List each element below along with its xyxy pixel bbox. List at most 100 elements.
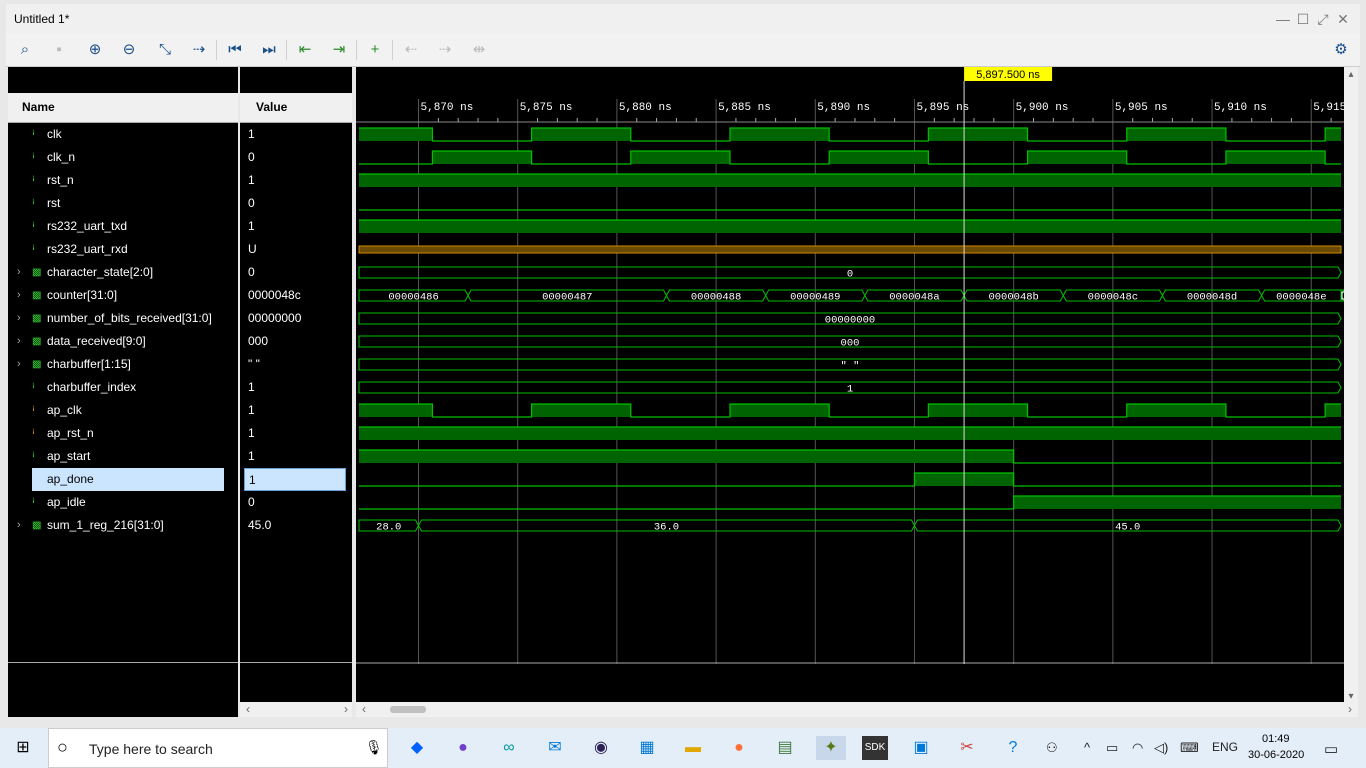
previous-transition-icon[interactable]: ⇤ <box>294 40 316 60</box>
wave-high-fill <box>1126 128 1226 141</box>
toolbar-separator <box>356 40 357 60</box>
signal-row-character-state[interactable]: › ▩ character_state[2:0] <box>8 261 238 284</box>
signal-name: rs232_uart_rxd <box>47 242 128 256</box>
minimize-icon[interactable]: — <box>1274 10 1292 28</box>
signal-row-ap-start[interactable]: ꜟ ap_start <box>8 445 238 468</box>
notifications-icon[interactable]: ▭ <box>1324 740 1338 758</box>
signal-row-clk-n[interactable]: ꜟ clk_n <box>8 146 238 169</box>
signal-row-rst[interactable]: ꜟ rst <box>8 192 238 215</box>
scroll-thumb[interactable] <box>390 706 426 713</box>
signal-row-ap-idle[interactable]: ꜟ ap_idle <box>8 491 238 514</box>
wave-high-fill <box>1126 404 1226 417</box>
add-marker-icon[interactable]: + <box>364 40 386 60</box>
maximize-icon[interactable]: ⤢ <box>1314 10 1332 28</box>
signal-row-clk[interactable]: ꜟ clk <box>8 123 238 146</box>
scroll-right-icon[interactable]: › <box>1348 702 1352 716</box>
zoom-in-icon[interactable]: ⊕ <box>84 40 106 60</box>
people-icon[interactable]: ⚇ <box>1046 740 1058 756</box>
vivado-icon[interactable]: ✦ <box>816 736 846 760</box>
time-tick-label: 5,900 ns <box>1016 102 1069 114</box>
go-to-time-0-icon[interactable]: ⏮ <box>224 40 246 60</box>
expand-chevron-icon[interactable]: › <box>17 284 21 307</box>
previous-marker-icon[interactable]: ⇠ <box>400 40 422 60</box>
help-icon[interactable]: ? <box>1000 736 1026 760</box>
eclipse-icon[interactable]: ◉ <box>588 736 614 760</box>
logic-signal-icon: ꜟ <box>32 497 35 508</box>
go-to-last-time-icon[interactable]: ⏭ <box>258 40 280 60</box>
wifi-icon[interactable]: ◠ <box>1132 740 1143 756</box>
wave-high-fill <box>729 404 830 417</box>
scroll-up-icon[interactable]: ▴ <box>1346 69 1356 83</box>
microphone-icon[interactable]: 🎙 <box>365 739 383 756</box>
github-desktop-icon[interactable]: ● <box>450 736 476 760</box>
scroll-left-icon[interactable]: ‹ <box>362 702 366 716</box>
signal-name: character_state[2:0] <box>47 265 154 279</box>
language-indicator[interactable]: ENG <box>1212 740 1238 754</box>
signal-row-sum-1-reg-216[interactable]: › ▩ sum_1_reg_216[31:0] <box>8 514 238 537</box>
go-to-cursor-icon[interactable]: ⇢ <box>188 40 210 60</box>
sdk-icon[interactable]: SDK <box>862 736 888 760</box>
signal-value: 1 <box>248 403 255 417</box>
signal-row-charbuffer-index[interactable]: ꜟ charbuffer_index <box>8 376 238 399</box>
waveform-horizontal-scrollbar[interactable]: ‹ › <box>356 702 1358 717</box>
signal-row-charbuffer[interactable]: › ▩ charbuffer[1:15] <box>8 353 238 376</box>
file-explorer-icon[interactable]: ▬ <box>680 736 706 760</box>
store-icon[interactable]: ▦ <box>634 736 660 760</box>
signal-row-ap-rst-n[interactable]: ꜟ ap_rst_n <box>8 422 238 445</box>
notepad-icon[interactable]: ▤ <box>772 736 798 760</box>
signal-value: 1 <box>244 468 346 491</box>
restore-icon[interactable]: ☐ <box>1294 10 1312 28</box>
dropbox-icon[interactable]: ◆ <box>404 736 430 760</box>
gear-icon[interactable]: ⚙ <box>1330 40 1352 60</box>
expand-chevron-icon[interactable]: › <box>17 330 21 353</box>
scroll-left-icon[interactable]: ‹ <box>246 702 250 716</box>
bus-icon: ▩ <box>32 290 42 301</box>
signal-row-data-received[interactable]: › ▩ data_received[9:0] <box>8 330 238 353</box>
signal-name: ap_rst_n <box>47 426 94 440</box>
volume-icon[interactable]: ◁) <box>1154 740 1168 756</box>
vertical-scrollbar[interactable]: ▴ ▾ <box>1344 67 1358 717</box>
signal-row-rs232-uart-rxd[interactable]: ꜟ rs232_uart_rxd <box>8 238 238 261</box>
expand-chevron-icon[interactable]: › <box>17 307 21 330</box>
scroll-right-icon[interactable]: › <box>344 702 348 716</box>
snipping-tool-icon[interactable]: ✂ <box>954 736 980 760</box>
keyboard-icon[interactable]: ⌨ <box>1180 740 1199 756</box>
signal-name: ap_clk <box>47 403 82 417</box>
expand-chevron-icon[interactable]: › <box>17 353 21 376</box>
show-hidden-icons-chevron-icon[interactable]: ^ <box>1084 740 1090 755</box>
expand-chevron-icon[interactable]: › <box>17 514 21 537</box>
expand-chevron-icon[interactable]: › <box>17 261 21 284</box>
clock-date[interactable]: 30-06-2020 <box>1248 749 1304 761</box>
zoom-out-icon[interactable]: ⊖ <box>118 40 140 60</box>
zoom-fit-icon[interactable]: ⤡ <box>154 40 176 60</box>
wave-high-fill <box>359 427 1341 440</box>
name-column-header[interactable]: Name <box>8 93 238 123</box>
time-cursor-label: 5,897.500 ns <box>976 69 1040 81</box>
search-icon[interactable]: ⌕ <box>14 40 36 60</box>
taskbar-search-box[interactable]: ○ Type here to search 🎙 <box>48 728 388 768</box>
windows-start-icon[interactable]: ⊞ <box>10 736 36 760</box>
swap-cursors-icon[interactable]: ⇹ <box>468 40 490 60</box>
signal-row-rs232-uart-txd[interactable]: ꜟ rs232_uart_txd <box>8 215 238 238</box>
next-transition-icon[interactable]: ⇥ <box>328 40 350 60</box>
mail-icon[interactable]: ✉ <box>542 736 568 760</box>
value-column-header[interactable]: Value <box>240 93 352 123</box>
signal-row-ap-clk[interactable]: ꜟ ap_clk <box>8 399 238 422</box>
counter-bus-value: 0000048e <box>1276 292 1326 304</box>
next-marker-icon[interactable]: ⇢ <box>434 40 456 60</box>
signal-row-ap-done[interactable]: ꜟap_done <box>8 468 238 491</box>
waveform-canvas[interactable]: 5,870 ns 5,875 ns 5,880 ns 5,885 ns 5,890 ns… <box>356 67 1344 702</box>
close-icon[interactable]: ✕ <box>1334 10 1352 28</box>
clock-time[interactable]: 01:49 <box>1262 733 1290 745</box>
save-icon[interactable]: ▪ <box>48 40 70 60</box>
value-pane-scrollbar[interactable]: ‹ › <box>240 702 352 717</box>
battery-icon[interactable]: ▭ <box>1106 740 1118 756</box>
signal-row-counter[interactable]: › ▩ counter[31:0] <box>8 284 238 307</box>
signal-row-number-of-bits-received[interactable]: › ▩ number_of_bits_received[31:0] <box>8 307 238 330</box>
waveform-pane[interactable]: 5,870 ns 5,875 ns 5,880 ns 5,885 ns 5,890 ns… <box>356 67 1344 702</box>
signal-value: " " <box>248 357 260 371</box>
firefox-icon[interactable]: ● <box>726 736 752 760</box>
photos-icon[interactable]: ▣ <box>908 736 934 760</box>
arduino-icon[interactable]: ∞ <box>496 736 522 760</box>
signal-row-rst-n[interactable]: ꜟ rst_n <box>8 169 238 192</box>
